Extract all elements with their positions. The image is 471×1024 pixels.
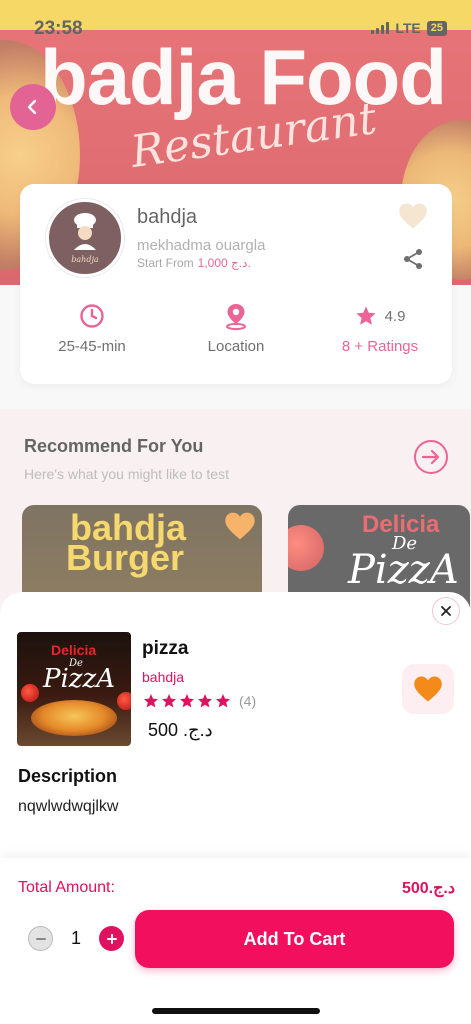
product-restaurant: bahdja: [142, 669, 185, 685]
screen: badja Food Restaurant 23:58 LTE 25 bahdj…: [0, 0, 471, 1024]
close-sheet-button[interactable]: [432, 597, 460, 625]
cart-footer: Total Amount: 500.د.ج 1 Add To Cart: [0, 858, 471, 1024]
description-title: Description: [18, 766, 118, 786]
description-text: nqwlwdwqjlkw: [18, 798, 119, 815]
review-count: (4): [239, 693, 257, 709]
product-price: 500 .د.ج: [148, 720, 213, 740]
add-to-cart-button[interactable]: Add To Cart: [135, 910, 454, 968]
star-icon: [216, 694, 230, 708]
total-label: Total Amount:: [18, 879, 115, 896]
tomato-image: [21, 684, 39, 702]
star-icon: [162, 694, 176, 708]
product-image: Delicia De PizzA: [17, 632, 131, 746]
total-value: 500.د.ج: [401, 880, 455, 897]
minus-icon: [35, 937, 46, 940]
favorite-product-button[interactable]: [402, 664, 454, 714]
close-icon: [441, 606, 451, 616]
increase-quantity-button[interactable]: [99, 926, 124, 951]
plus-icon: [106, 933, 117, 944]
quantity-stepper: 1: [28, 926, 124, 951]
star-icon: [144, 694, 158, 708]
tomato-image: [117, 692, 131, 710]
quantity-value: 1: [70, 928, 81, 948]
home-indicator: [152, 1008, 320, 1014]
product-rating: (4): [143, 693, 256, 709]
pizza-image: [31, 700, 117, 736]
decrease-quantity-button[interactable]: [28, 926, 53, 951]
product-image-title: Delicia: [51, 642, 97, 658]
product-image-subtitle: PizzA: [43, 664, 115, 694]
star-icon: [198, 694, 212, 708]
heart-icon: [414, 676, 442, 702]
product-name: pizza: [142, 638, 189, 659]
star-icon: [180, 694, 194, 708]
